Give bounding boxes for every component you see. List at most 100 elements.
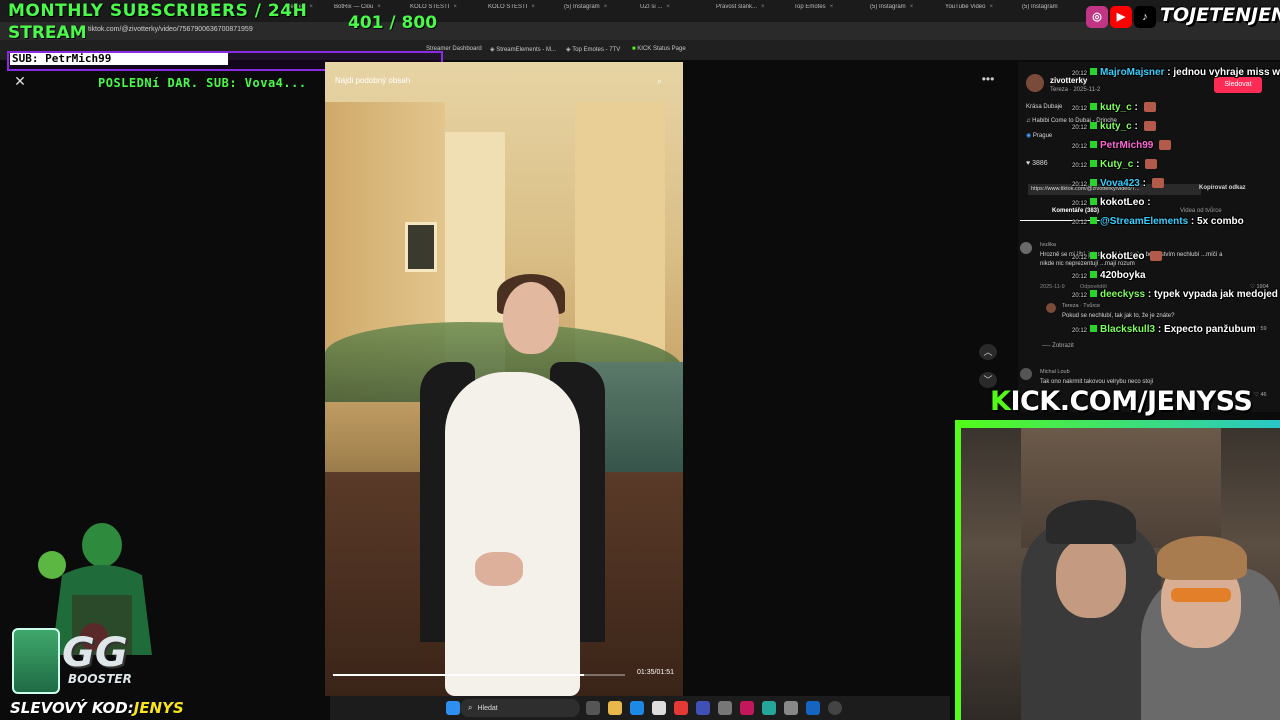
tab-label: KOLO ŠTĚSTÍ <box>410 4 450 10</box>
like-count[interactable]: ♥ 3886 <box>1026 160 1048 167</box>
tab-close-icon[interactable]: × <box>761 4 765 10</box>
windows-start-icon[interactable] <box>446 701 460 715</box>
taskbar: ⌕ Hledat <box>330 696 950 720</box>
avatar[interactable] <box>1026 74 1044 92</box>
media-player-icon[interactable] <box>828 701 842 715</box>
task-view-icon[interactable] <box>586 701 600 715</box>
bookmark[interactable]: ◈ Top Emotes - 7TV <box>566 46 620 53</box>
tab-close-icon[interactable]: × <box>453 4 457 10</box>
tab-label: (5) Instagram <box>564 4 600 10</box>
kick-badge-icon <box>1090 290 1098 297</box>
browser-tab[interactable]: YouTube Video × <box>945 4 1015 18</box>
chat-username: kokotLeo <box>1100 197 1145 208</box>
edge-icon[interactable] <box>630 701 644 715</box>
youtube-icon: ▶ <box>1110 6 1132 28</box>
search-icon[interactable]: ⌕ <box>657 76 662 87</box>
app-icon[interactable] <box>696 701 710 715</box>
tab-close-icon[interactable]: × <box>989 4 993 10</box>
taskbar-search[interactable]: ⌕ Hledat <box>460 699 580 717</box>
video-person-dress <box>445 372 580 696</box>
app-icon[interactable] <box>718 701 732 715</box>
find-similar-link[interactable]: Najdi podobný obsah <box>335 76 410 85</box>
tab-close-icon[interactable]: × <box>666 4 670 10</box>
app-icon[interactable] <box>762 701 776 715</box>
show-more-label: Zobrazit <box>1052 343 1074 349</box>
tab-close-icon[interactable]: × <box>830 4 834 10</box>
video-caption: Krása Dubaje <box>1026 104 1063 110</box>
app-icon[interactable] <box>806 701 820 715</box>
comment-date: 2025-11-9 <box>1040 284 1065 290</box>
chat-message: 20:12 deeckyss : typek vypada jak medojed <box>1072 289 1278 300</box>
chat-time: 20:12 <box>1072 182 1088 188</box>
chat-time: 20:12 <box>1072 163 1088 169</box>
kick-badge-icon <box>1090 68 1098 75</box>
tab-label: (5) Instagram <box>1022 4 1058 10</box>
close-icon[interactable]: ✕ <box>12 73 28 89</box>
webcam-person-glasses <box>1171 588 1231 602</box>
comment-text: Tak ono nakrmit takovou velrybu neco sto… <box>1040 379 1154 385</box>
chrome-icon[interactable] <box>674 701 688 715</box>
comment-author[interactable]: Ivuška <box>1040 242 1056 248</box>
kick-badge-icon <box>1090 141 1098 148</box>
comment-like-number: 46 <box>1260 392 1267 398</box>
webcam-person-cap <box>1046 500 1136 544</box>
tab-close-icon[interactable]: × <box>377 4 381 10</box>
dash-icon: ── <box>1042 343 1053 349</box>
app-icon[interactable] <box>740 701 754 715</box>
location-name: Prague <box>1032 133 1053 139</box>
kick-url-banner: KICK.COM/JENYSS <box>990 386 1253 417</box>
chat-message: 20:12 Blackskull3 : Expecto panžubum <box>1072 324 1256 335</box>
emote-icon <box>1159 140 1172 151</box>
browser-tab[interactable]: (5) Instagram × <box>870 4 936 18</box>
tab-comments[interactable]: Komentáře (383) <box>1052 208 1099 214</box>
file-explorer-icon[interactable] <box>608 701 622 715</box>
browser-tab[interactable]: UZI si ... × <box>640 4 706 18</box>
webcam-person-face <box>1056 538 1126 618</box>
video-scene-window <box>405 222 437 272</box>
store-icon[interactable] <box>652 701 666 715</box>
author-subtitle: Tereza · 2025-11-2 <box>1050 87 1101 93</box>
tab-close-icon[interactable]: × <box>910 4 914 10</box>
kick-badge-icon <box>1090 122 1098 129</box>
chat-text: jednou vyhraje miss word <box>1173 67 1280 78</box>
chat-time: 20:12 <box>1072 201 1088 207</box>
tab-close-icon[interactable]: × <box>531 4 535 10</box>
location-label[interactable]: ◉ Prague <box>1026 132 1052 139</box>
tab-label: (5) Instagram <box>870 4 906 10</box>
browser-tab[interactable]: (5) Instagram × <box>564 4 632 18</box>
tab-label: Pravost šlánk... <box>716 4 758 10</box>
kick-url: ICK.COM/JENYSS <box>1010 386 1253 417</box>
chat-time: 20:12 <box>1072 293 1088 299</box>
show-more-replies[interactable]: ── Zobrazit <box>1042 343 1074 349</box>
comment-like-number: 59 <box>1260 326 1267 332</box>
tiktok-video[interactable]: Najdi podobný obsah ⌕ 01:35/01:51 <box>325 62 683 696</box>
comment-author[interactable]: Michal Loub <box>1040 369 1070 375</box>
taskbar-search-label: Hledat <box>477 705 498 712</box>
tab-creator-videos[interactable]: Videa od tvůrce <box>1180 208 1222 214</box>
sub-alert-text: SUB: PetrMich99 <box>10 53 228 65</box>
bookmark[interactable]: ■ KICK Status Page <box>632 46 686 52</box>
emote-icon <box>1143 102 1156 113</box>
video-progress-bar[interactable] <box>333 674 625 676</box>
kick-badge-icon <box>1090 252 1098 259</box>
chat-time: 20:12 <box>1072 71 1088 77</box>
chat-username: MajroMajsner <box>1100 67 1165 78</box>
webcam-feed <box>961 428 1280 720</box>
more-options-icon[interactable]: ••• <box>979 72 997 88</box>
settings-icon[interactable] <box>784 701 798 715</box>
browser-tab[interactable]: (5) Instagram <box>1022 4 1080 18</box>
previous-video-chevron-up-icon[interactable]: ︿ <box>979 344 997 360</box>
bookmark-label: Top Emotes - 7TV <box>572 47 621 53</box>
tab-close-icon[interactable]: × <box>309 4 313 10</box>
chat-time: 20:12 <box>1072 125 1088 131</box>
comment-author[interactable]: Tereza · Tvůrce <box>1062 303 1100 309</box>
tab-close-icon[interactable]: × <box>604 4 608 10</box>
kick-badge-icon <box>1090 198 1098 205</box>
follow-button[interactable]: Sledovat <box>1214 77 1262 93</box>
bookmark[interactable]: ◈ StreamElements - M... <box>490 46 556 53</box>
comment-like-count[interactable]: ♡ 46 <box>1254 392 1267 398</box>
browser-tab[interactable]: Top Emotes × <box>794 4 856 18</box>
browser-tab[interactable]: Pravost šlánk... × <box>716 4 782 18</box>
copy-link-button[interactable]: Kopírovat odkaz <box>1199 185 1246 191</box>
browser-tab[interactable]: KOLO ŠTĚSTÍ × <box>488 4 554 18</box>
